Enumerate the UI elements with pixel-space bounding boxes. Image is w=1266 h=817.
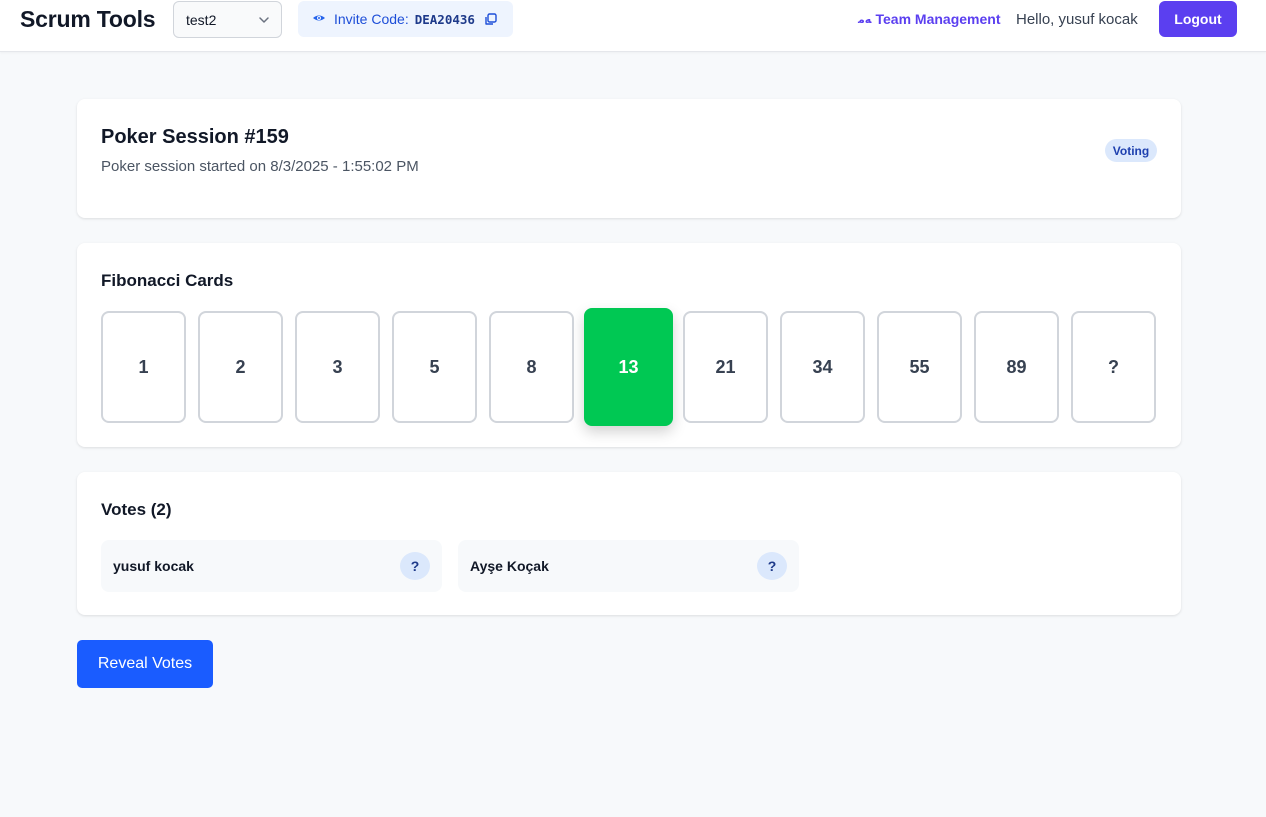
team-management-label: Team Management [875, 11, 1001, 27]
status-badge: Voting [1105, 139, 1157, 162]
team-select-value: test2 [186, 11, 217, 28]
fibonacci-cards-title: Fibonacci Cards [101, 271, 234, 290]
invite-code-value: DEA20436 [414, 11, 475, 27]
session-subtitle: Poker session started on 8/3/2025 - 1:55… [101, 158, 419, 175]
votes-panel: Votes (2) yusuf kocak ? Ayşe Koçak ? [77, 472, 1181, 615]
votes-title: Votes (2) [101, 500, 172, 519]
fibonacci-card[interactable]: 34 [780, 311, 865, 423]
session-panel: Poker Session #159 Poker session started… [77, 99, 1181, 218]
session-title: Poker Session #159 [101, 126, 289, 148]
fibonacci-cards-panel: Fibonacci Cards 1 2 3 5 8 13 21 34 55 89… [77, 243, 1181, 447]
fibonacci-card[interactable]: 2 [198, 311, 283, 423]
chevron-down-icon [259, 17, 269, 23]
team-management-link[interactable]: ﻪﻣ Team Management [858, 11, 1000, 27]
eye-icon [313, 15, 325, 21]
fibonacci-card[interactable]: 1 [101, 311, 186, 423]
team-icon: ﻪﻣ [858, 13, 872, 26]
team-select[interactable]: test2 [173, 1, 282, 38]
voter-name: yusuf kocak [113, 558, 194, 574]
fibonacci-card[interactable]: ? [1071, 311, 1156, 423]
fibonacci-card[interactable]: 21 [683, 311, 768, 423]
invite-code-label: Invite Code: [334, 11, 409, 27]
fibonacci-card-selected[interactable]: 13 [584, 308, 673, 426]
copy-icon[interactable] [484, 12, 497, 26]
reveal-votes-button[interactable]: Reveal Votes [77, 640, 213, 688]
vote-item: Ayşe Koçak ? [458, 540, 799, 592]
invite-code-box: Invite Code: DEA20436 [298, 1, 513, 37]
user-greeting: Hello, yusuf kocak [1016, 11, 1138, 28]
voter-name: Ayşe Koçak [470, 558, 549, 574]
vote-badge: ? [757, 552, 787, 580]
fibonacci-card[interactable]: 55 [877, 311, 962, 423]
top-navbar: Scrum Tools test2 Invite Code: DEA20436 … [0, 0, 1266, 52]
fibonacci-card[interactable]: 89 [974, 311, 1059, 423]
fibonacci-card[interactable]: 8 [489, 311, 574, 423]
fibonacci-card[interactable]: 3 [295, 311, 380, 423]
app-brand: Scrum Tools [20, 6, 156, 32]
vote-badge: ? [400, 552, 430, 580]
fibonacci-card[interactable]: 5 [392, 311, 477, 423]
logout-button[interactable]: Logout [1159, 1, 1237, 37]
vote-item: yusuf kocak ? [101, 540, 442, 592]
